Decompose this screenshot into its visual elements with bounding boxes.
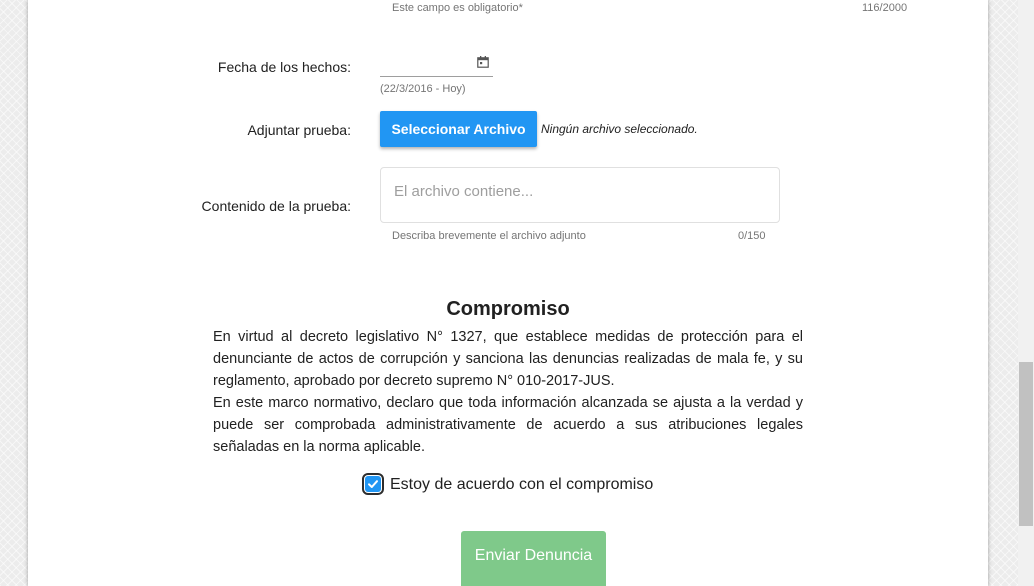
date-range-hint: (22/3/2016 - Hoy) — [380, 83, 466, 95]
commitment-title: Compromiso — [446, 298, 570, 320]
date-input[interactable] — [380, 50, 474, 76]
form-card: Este campo es obligatorio* 116/2000 Fech… — [28, 0, 988, 586]
file-status: Ningún archivo seleccionado. — [541, 122, 698, 136]
select-file-button[interactable]: Seleccionar Archivo — [380, 111, 537, 147]
content-helper: Describa brevemente el archivo adjunto — [392, 230, 586, 242]
content-label: Contenido de la prueba: — [201, 198, 351, 214]
content-counter: 0/150 — [738, 230, 766, 242]
page-scrollbar[interactable] — [1018, 0, 1034, 586]
required-hint: Este campo es obligatorio* — [392, 2, 523, 14]
content-textbox[interactable] — [380, 167, 780, 223]
commitment-paragraph-1: En virtud al decreto legislativo N° 1327… — [213, 329, 803, 389]
date-label: Fecha de los hechos: — [217, 59, 351, 75]
check-icon — [368, 480, 378, 488]
scrollbar-thumb[interactable] — [1019, 362, 1033, 526]
calendar-icon[interactable] — [477, 56, 489, 68]
date-input-field[interactable] — [380, 50, 493, 77]
content-input[interactable] — [392, 182, 756, 201]
char-counter: 116/2000 — [862, 2, 908, 14]
agree-checkbox[interactable] — [362, 473, 384, 495]
attach-label: Adjuntar prueba: — [247, 122, 351, 138]
agree-label[interactable]: Estoy de acuerdo con el compromiso — [390, 476, 653, 494]
submit-complaint-button[interactable]: Enviar Denuncia — [461, 531, 606, 586]
commitment-paragraph-2: En este marco normativo, declaro que tod… — [213, 395, 803, 455]
